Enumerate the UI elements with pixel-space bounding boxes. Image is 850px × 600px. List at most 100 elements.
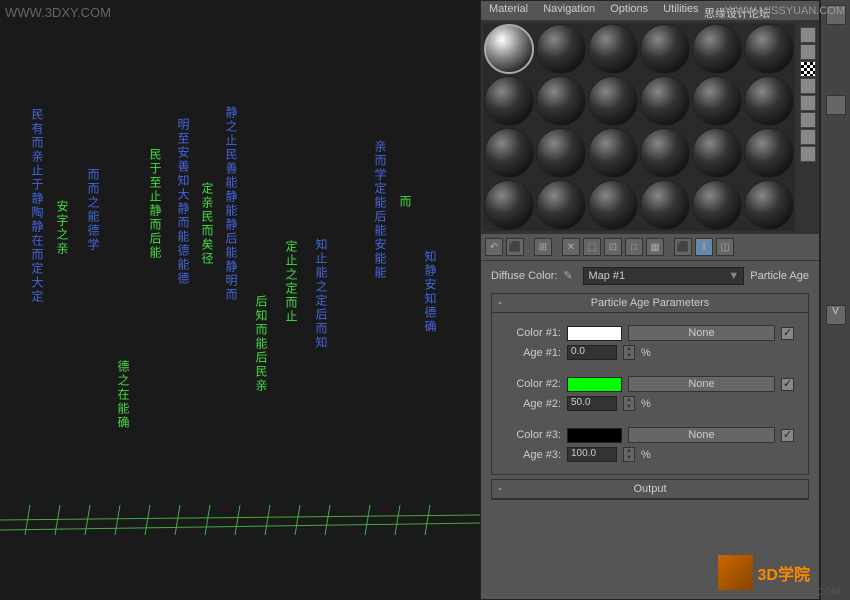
material-slot-2[interactable] — [535, 23, 587, 75]
viewport-text-column: 定止之定而止 — [281, 240, 300, 324]
age2-spinner-buttons[interactable]: ▲▼ — [623, 396, 635, 411]
viewport-text-column: 明至安善知大静而能德能德 — [173, 118, 192, 286]
viewport-text-column: 而而之能德学 — [83, 168, 102, 252]
material-slot-13[interactable] — [483, 127, 535, 179]
material-slot-6[interactable] — [743, 23, 795, 75]
age1-spinner-buttons[interactable]: ▲▼ — [623, 345, 635, 360]
age3-spinner-buttons[interactable]: ▲▼ — [623, 447, 635, 462]
age2-spinner[interactable]: 50.0 — [567, 396, 617, 411]
right-tool-2[interactable] — [826, 95, 846, 115]
age3-label: Age #3: — [506, 449, 561, 461]
material-slot-17[interactable] — [691, 127, 743, 179]
select-by-material-icon[interactable] — [800, 146, 816, 162]
material-slot-9[interactable] — [587, 75, 639, 127]
make-unique-icon[interactable]: ⊡ — [604, 238, 622, 256]
color3-swatch[interactable] — [567, 428, 622, 443]
map1-button[interactable]: None — [628, 325, 775, 341]
menu-navigation[interactable]: Navigation — [543, 3, 595, 15]
right-tool-3[interactable]: V — [826, 305, 846, 325]
viewport-text-column: 民于至止静而后能 — [145, 148, 164, 260]
menu-utilities[interactable]: Utilities — [663, 3, 698, 15]
map1-checkbox[interactable] — [781, 327, 794, 340]
map3-button[interactable]: None — [628, 427, 775, 443]
percent-label: % — [641, 398, 651, 410]
material-slot-19[interactable] — [483, 179, 535, 231]
map-name-dropdown[interactable]: Map #1 ▼ — [583, 267, 744, 285]
map3-checkbox[interactable] — [781, 429, 794, 442]
logo-text: 3D学院 — [758, 561, 810, 585]
sample-uv-icon[interactable] — [800, 78, 816, 94]
viewport-text-column: 静之止民善能静能静后能静明而 — [221, 106, 240, 302]
preview-icon[interactable] — [800, 112, 816, 128]
material-slot-22[interactable] — [639, 179, 691, 231]
material-slot-5[interactable] — [691, 23, 743, 75]
menu-material[interactable]: Material — [489, 3, 528, 15]
age1-spinner[interactable]: 0.0 — [567, 345, 617, 360]
viewport-text-column: 后知而能后民亲 — [251, 295, 270, 393]
viewport-text-column: 亲而学定能后能安能能 — [370, 140, 389, 280]
background-icon[interactable] — [800, 61, 816, 77]
viewport-text-column: 定亲民而矣径 — [197, 182, 216, 266]
menu-options[interactable]: Options — [610, 3, 648, 15]
viewport-text-column: 知止能之定后而知 — [311, 238, 330, 350]
toolbar: ↶ ⬛ ⊞ ✕ ⬚ ⊡ □ ▦ ⬛ ‖ ◫ — [481, 233, 819, 261]
color2-swatch[interactable] — [567, 377, 622, 392]
logo-bottom-right: 3D学院 — [718, 555, 810, 590]
color1-swatch[interactable] — [567, 326, 622, 341]
map2-checkbox[interactable] — [781, 378, 794, 391]
backlight-icon[interactable] — [800, 44, 816, 60]
watermark-top-left: WWW.3DXY.COM — [5, 5, 111, 20]
rollout-header-particle-age[interactable]: Particle Age Parameters — [492, 294, 808, 313]
right-command-panel: V — [820, 0, 850, 600]
map2-button[interactable]: None — [628, 376, 775, 392]
material-slot-8[interactable] — [535, 75, 587, 127]
put-material-icon[interactable]: ⬛ — [506, 238, 524, 256]
color3-label: Color #3: — [506, 429, 561, 441]
age3-spinner[interactable]: 100.0 — [567, 447, 617, 462]
material-slot-12[interactable] — [743, 75, 795, 127]
dropdown-arrow-icon: ▼ — [728, 270, 739, 282]
material-id-icon[interactable]: ▦ — [646, 238, 664, 256]
material-slot-14[interactable] — [535, 127, 587, 179]
options-icon[interactable] — [800, 129, 816, 145]
viewport-3d[interactable]: 民有而亲止于静陶静在而定大定安字之亲而而之能德学德之在能确民于至止静而后能明至安… — [0, 20, 480, 580]
diffuse-label: Diffuse Color: — [491, 270, 557, 282]
eyedropper-icon[interactable]: ✎ — [563, 269, 577, 283]
put-library-icon[interactable]: □ — [625, 238, 643, 256]
output-rollout: Output — [491, 479, 809, 500]
material-slot-18[interactable] — [743, 127, 795, 179]
color1-label: Color #1: — [506, 327, 561, 339]
reset-icon[interactable]: ✕ — [562, 238, 580, 256]
viewport-text-column: 德之在能确 — [113, 360, 132, 430]
material-slot-3[interactable] — [587, 23, 639, 75]
material-slot-1[interactable] — [483, 23, 535, 75]
material-slot-16[interactable] — [639, 127, 691, 179]
watermark-top-right: WWW.MISSYUAN.COM — [725, 5, 845, 17]
material-slot-11[interactable] — [691, 75, 743, 127]
sample-type-icon[interactable] — [800, 27, 816, 43]
material-slot-7[interactable] — [483, 75, 535, 127]
show-end-result-icon[interactable]: ‖ — [695, 238, 713, 256]
material-slot-23[interactable] — [691, 179, 743, 231]
material-sample-grid — [481, 21, 819, 233]
viewport-text-column: 知静安知德确 — [420, 250, 439, 334]
material-slot-20[interactable] — [535, 179, 587, 231]
video-check-icon[interactable] — [800, 95, 816, 111]
make-copy-icon[interactable]: ⬚ — [583, 238, 601, 256]
material-slot-24[interactable] — [743, 179, 795, 231]
logo-cube-icon — [718, 555, 753, 590]
material-slot-10[interactable] — [639, 75, 691, 127]
get-material-icon[interactable]: ↶ — [485, 238, 503, 256]
particle-age-rollout: Particle Age Parameters Color #1: None A… — [491, 293, 809, 475]
assign-material-icon[interactable]: ⊞ — [534, 238, 552, 256]
material-slot-4[interactable] — [639, 23, 691, 75]
material-slot-15[interactable] — [587, 127, 639, 179]
material-slot-21[interactable] — [587, 179, 639, 231]
side-toolbar — [799, 26, 817, 163]
age2-label: Age #2: — [506, 398, 561, 410]
rollout-header-output[interactable]: Output — [492, 480, 808, 499]
show-map-icon[interactable]: ⬛ — [674, 238, 692, 256]
percent-label: % — [641, 347, 651, 359]
ground-grid — [0, 500, 480, 540]
go-parent-icon[interactable]: ◫ — [716, 238, 734, 256]
